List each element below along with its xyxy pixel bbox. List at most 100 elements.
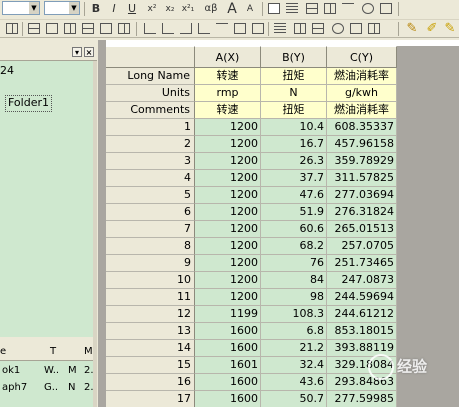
row-number[interactable]: 2 bbox=[106, 136, 195, 153]
meta-row-label[interactable]: Units bbox=[106, 85, 195, 102]
clock-button[interactable] bbox=[330, 21, 346, 36]
list-item[interactable]: aph7 G.. N 2. bbox=[0, 380, 93, 397]
data-cell[interactable]: 1600 bbox=[195, 340, 261, 357]
italic-button[interactable]: I bbox=[106, 1, 122, 16]
superscript-button[interactable]: x² bbox=[144, 1, 160, 16]
row-number[interactable]: 9 bbox=[106, 255, 195, 272]
data-cell[interactable]: 293.84863 bbox=[327, 374, 397, 391]
column-header-a[interactable]: A(X) bbox=[195, 46, 261, 68]
data-cell[interactable]: 47.6 bbox=[261, 187, 327, 204]
list-header-type[interactable]: T bbox=[50, 346, 56, 357]
data-cell[interactable]: 329.18084 bbox=[327, 357, 397, 374]
align-lines-button[interactable] bbox=[272, 21, 288, 36]
row-number[interactable]: 8 bbox=[106, 238, 195, 255]
data-cell[interactable]: 60.6 bbox=[261, 221, 327, 238]
data-cell[interactable]: 1199 bbox=[195, 306, 261, 323]
grid-button-1[interactable] bbox=[4, 21, 20, 36]
data-cell[interactable]: 1200 bbox=[195, 119, 261, 136]
grid-button-4[interactable] bbox=[62, 21, 78, 36]
data-cell[interactable]: 359.78929 bbox=[327, 153, 397, 170]
meta-cell[interactable]: 燃油消耗率 bbox=[327, 68, 397, 85]
data-cell[interactable]: 853.18015 bbox=[327, 323, 397, 340]
data-cell[interactable]: 10.4 bbox=[261, 119, 327, 136]
data-cell[interactable]: 1200 bbox=[195, 170, 261, 187]
data-cell[interactable]: 32.4 bbox=[261, 357, 327, 374]
pin-icon[interactable]: ▾ bbox=[72, 47, 82, 57]
meta-cell[interactable]: 扭矩 bbox=[261, 68, 327, 85]
data-cell[interactable]: 1200 bbox=[195, 136, 261, 153]
data-cell[interactable]: 1200 bbox=[195, 238, 261, 255]
row-number[interactable]: 15 bbox=[106, 357, 195, 374]
data-cell[interactable]: 1600 bbox=[195, 323, 261, 340]
data-cell[interactable]: 265.01513 bbox=[327, 221, 397, 238]
grid-button-5[interactable] bbox=[80, 21, 96, 36]
decrease-font-button[interactable]: A bbox=[242, 1, 258, 16]
row-number[interactable]: 16 bbox=[106, 374, 195, 391]
column-header-b[interactable]: B(Y) bbox=[261, 46, 327, 68]
line-color-button[interactable] bbox=[284, 1, 300, 16]
data-cell[interactable]: 277.03694 bbox=[327, 187, 397, 204]
meta-cell[interactable]: 扭矩 bbox=[261, 102, 327, 119]
data-cell[interactable]: 1200 bbox=[195, 153, 261, 170]
row-number[interactable]: 5 bbox=[106, 187, 195, 204]
chevron-down-icon[interactable]: ▼ bbox=[69, 2, 79, 14]
data-cell[interactable]: 277.59985 bbox=[327, 391, 397, 407]
row-number[interactable]: 10 bbox=[106, 272, 195, 289]
row-number[interactable]: 6 bbox=[106, 204, 195, 221]
tree-folder-item[interactable]: Folder1 bbox=[5, 95, 52, 112]
tree-root-item[interactable]: 24 bbox=[0, 64, 14, 77]
list-header-name[interactable]: e bbox=[0, 346, 6, 357]
data-cell[interactable]: 1200 bbox=[195, 289, 261, 306]
data-cell[interactable]: 251.73465 bbox=[327, 255, 397, 272]
pattern-button[interactable] bbox=[360, 1, 376, 16]
font-size-combo[interactable]: ▼ bbox=[44, 1, 80, 15]
subscript-button[interactable]: x₂ bbox=[162, 1, 178, 16]
rows-button[interactable] bbox=[310, 21, 326, 36]
data-cell[interactable]: 608.35337 bbox=[327, 119, 397, 136]
meta-cell[interactable]: 转速 bbox=[195, 102, 261, 119]
arrow-button[interactable] bbox=[340, 1, 356, 16]
row-number[interactable]: 13 bbox=[106, 323, 195, 340]
meta-cell[interactable]: 转速 bbox=[195, 68, 261, 85]
data-cell[interactable]: 1200 bbox=[195, 187, 261, 204]
data-cell[interactable]: 108.3 bbox=[261, 306, 327, 323]
data-cell[interactable]: 1601 bbox=[195, 357, 261, 374]
meta-cell[interactable]: rmp bbox=[195, 85, 261, 102]
fill-color-button[interactable] bbox=[266, 1, 282, 16]
data-cell[interactable]: 21.2 bbox=[261, 340, 327, 357]
data-cell[interactable]: 247.0873 bbox=[327, 272, 397, 289]
table-button[interactable] bbox=[348, 21, 364, 36]
row-number[interactable]: 3 bbox=[106, 153, 195, 170]
list-header-view[interactable]: M bbox=[84, 346, 93, 357]
data-cell[interactable]: 50.7 bbox=[261, 391, 327, 407]
bold-button[interactable]: B bbox=[88, 1, 104, 16]
border-box-button[interactable] bbox=[232, 21, 248, 36]
meta-cell[interactable]: 燃油消耗率 bbox=[327, 102, 397, 119]
underline-button[interactable]: U bbox=[124, 1, 140, 16]
pencil-button[interactable]: ✎ bbox=[404, 21, 420, 36]
border-corner-button[interactable] bbox=[196, 21, 212, 36]
row-number[interactable]: 1 bbox=[106, 119, 195, 136]
grid-button-6[interactable] bbox=[98, 21, 114, 36]
row-number[interactable]: 4 bbox=[106, 170, 195, 187]
data-cell[interactable]: 76 bbox=[261, 255, 327, 272]
row-number[interactable]: 7 bbox=[106, 221, 195, 238]
border-right-button[interactable] bbox=[178, 21, 194, 36]
close-icon[interactable]: × bbox=[84, 47, 94, 57]
line-width-button[interactable] bbox=[322, 1, 338, 16]
grid-button-2[interactable] bbox=[26, 21, 42, 36]
data-cell[interactable]: 1600 bbox=[195, 391, 261, 407]
grid-button-7[interactable] bbox=[116, 21, 132, 36]
font-name-combo[interactable]: ▼ bbox=[2, 1, 40, 15]
row-number[interactable]: 12 bbox=[106, 306, 195, 323]
folder-pencil-button[interactable]: ✐ bbox=[424, 21, 440, 36]
data-cell[interactable]: 6.8 bbox=[261, 323, 327, 340]
column-header-c[interactable]: C(Y) bbox=[327, 46, 397, 68]
row-number[interactable]: 17 bbox=[106, 391, 195, 407]
data-cell[interactable]: 37.7 bbox=[261, 170, 327, 187]
tool-button-end[interactable]: ✎ bbox=[442, 21, 458, 36]
increase-font-button[interactable]: A bbox=[224, 1, 240, 17]
data-cell[interactable]: 26.3 bbox=[261, 153, 327, 170]
data-cell[interactable]: 244.61212 bbox=[327, 306, 397, 323]
columns-button[interactable] bbox=[292, 21, 308, 36]
